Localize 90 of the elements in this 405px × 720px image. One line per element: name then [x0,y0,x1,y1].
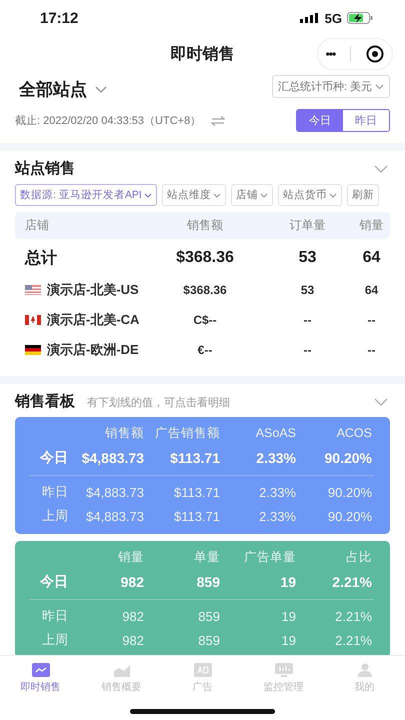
cutoff-time: 截止: 2022/02/20 04:33:53（UTC+8） [15,114,202,128]
currency-select[interactable]: 汇总统计币种: 美元 [272,75,390,98]
table-cell-text: -- [366,313,376,327]
metric-value: 2.33% [258,484,296,500]
period-label: 上周 [41,507,68,525]
store-name: 演示店-北美-US [47,281,139,299]
flag-icon [25,315,41,325]
store-name: 演示店-北美-CA [47,311,140,329]
metric-header: 广告单量 [243,548,296,566]
page-title: 即时销售 [170,44,234,64]
flag-icon [25,345,41,355]
metric-value: $113.71 [169,450,220,466]
chevron-icon[interactable] [374,398,388,406]
section-title: 销售看板 [15,392,75,411]
more-button[interactable]: ••• [326,47,336,61]
metric-value: 859 [197,608,220,624]
metric-value: $4,883.73 [80,450,144,466]
table-cell-text: $368.36 [182,283,228,297]
column-header: 销量 [358,217,384,234]
table-cell-text: -- [302,343,312,357]
table-cell-text: -- [366,343,376,357]
network-label: 5G [324,10,342,26]
table-cell-text: 64 [364,283,380,297]
metric-value: 19 [280,608,296,624]
table-cell-text: 53 [298,249,318,267]
area-chart-icon [112,663,130,677]
store-name: 总计 [25,248,57,268]
column-header: 店铺 [24,217,50,234]
metric-value: 2.21% [334,608,372,624]
metric-header: ASoAS [254,426,296,440]
metric-value: 90.20% [326,508,372,524]
period-label: 上周 [41,631,68,649]
tab-item[interactable]: 即时销售 [10,663,70,699]
filter-chip[interactable]: 店铺 [230,184,273,206]
metric-value: 859 [196,574,220,590]
monitor-icon [274,663,292,677]
metric-value: 982 [121,632,144,648]
metric-value: 90.20% [324,450,372,466]
metric-value: $113.71 [172,508,220,524]
table-cell-text: 64 [362,249,382,267]
period-label: 昨日 [41,483,68,501]
station-selector[interactable]: 全部站点 [19,78,107,101]
filter-chip[interactable]: 站点维度 [162,184,226,206]
table-cell-text: 53 [300,283,316,297]
section-hint: 有下划线的值，可点击看明细 [87,396,230,410]
table-cell-text: €-- [196,343,214,357]
metric-header: 单量 [193,548,220,566]
chevron-icon [95,86,107,94]
table-cell-text: $368.36 [175,249,235,267]
metric-value: $113.71 [172,484,220,500]
metric-value: $4,883.73 [85,508,144,524]
person-icon [356,663,372,677]
chevron-icon[interactable] [374,164,388,172]
ad-icon [194,663,212,677]
metric-value: 2.33% [255,450,296,466]
metric-value: 982 [120,574,144,590]
metric-header: 广告销售额 [154,424,220,442]
column-header: 销售额 [186,217,224,234]
period-label: 今日 [39,449,68,467]
table-cell-text: -- [302,313,312,327]
metric-value: 2.21% [334,632,372,648]
metric-value: 19 [280,632,296,648]
metric-value: 859 [197,632,220,648]
swap-icon[interactable] [211,116,226,126]
battery-icon [347,12,373,24]
metric-header: 销售额 [104,424,144,442]
column-header: 订单量 [288,217,326,234]
metric-value: $4,883.73 [85,484,144,500]
table-cell-text: C$-- [192,313,218,327]
metric-value: 982 [121,608,144,624]
metric-value: 19 [279,574,296,590]
line-chart-icon [32,663,50,677]
flag-icon [25,285,41,295]
range-tab[interactable]: 今日 [297,110,343,131]
filter-chip[interactable]: 数据源: 亚马逊开发者API [15,184,157,206]
metric-value: 2.33% [258,508,296,524]
signal-icon [300,13,320,23]
filter-chip[interactable]: 站点货币 [278,184,342,206]
section-title: 站点销售 [15,159,75,178]
period-label: 昨日 [41,607,68,625]
metric-header: ACOS [336,426,372,440]
status-time: 17:12 [40,10,78,26]
metric-value: 90.20% [326,484,372,500]
metric-header: 占比 [345,548,372,566]
metric-header: 销量 [117,548,144,566]
store-name: 演示店-欧洲-DE [47,341,139,359]
filter-chip[interactable]: 刷新 [346,184,379,206]
chevron-icon [375,84,384,90]
period-label: 今日 [39,573,68,591]
metric-value: 2.21% [331,574,372,590]
